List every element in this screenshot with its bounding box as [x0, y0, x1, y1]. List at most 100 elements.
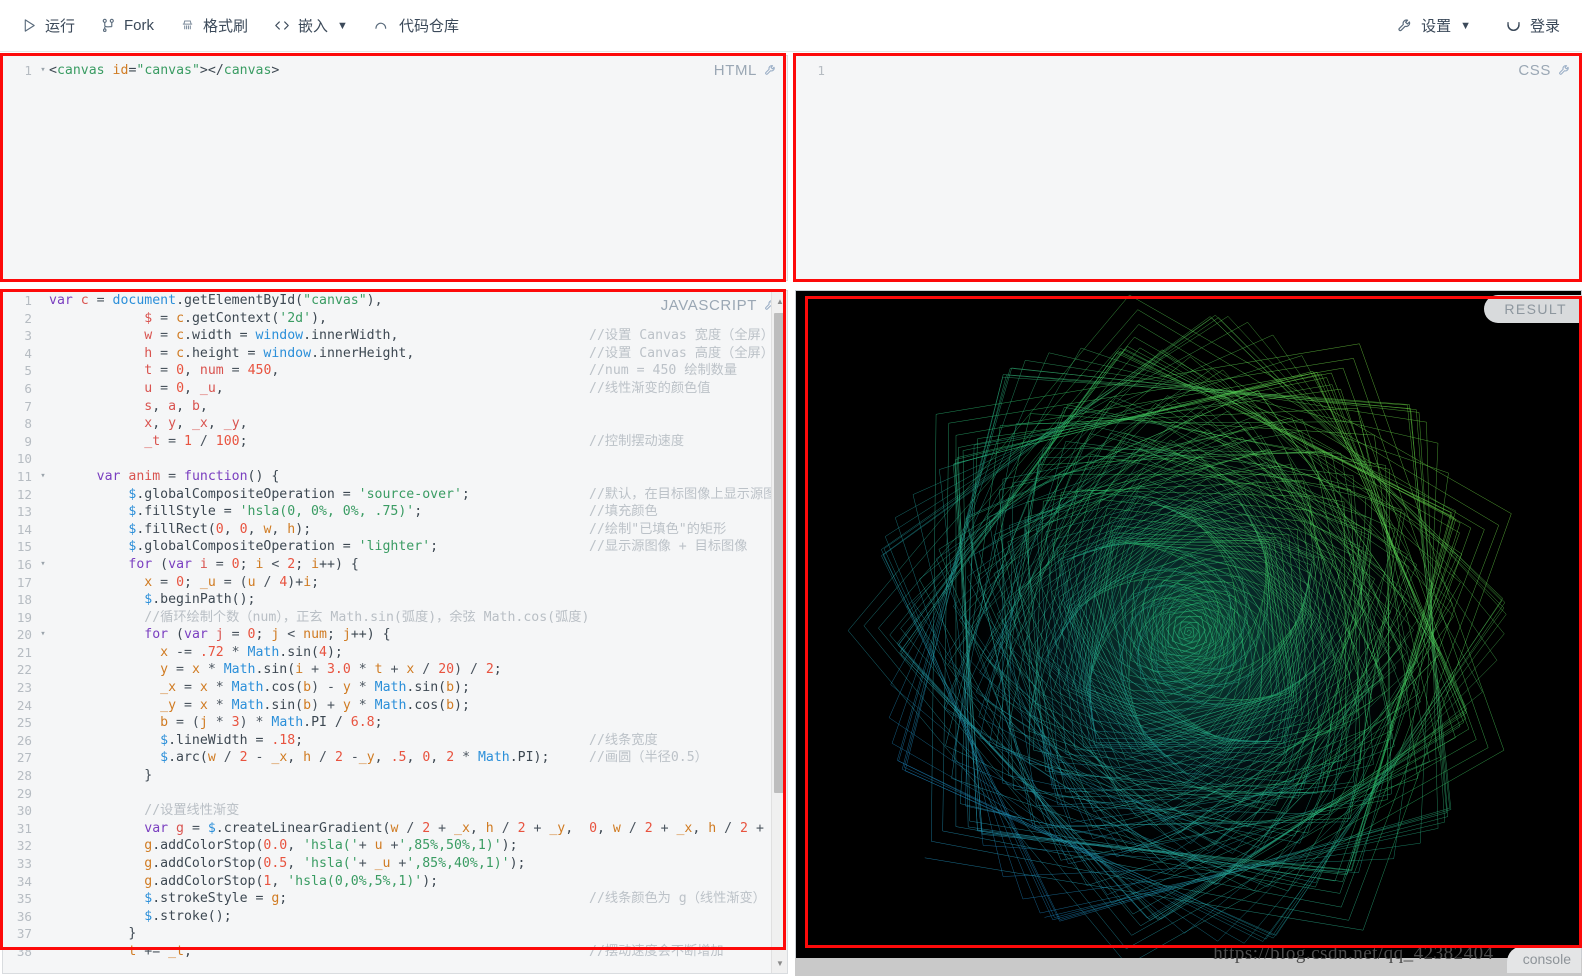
format-button[interactable]: 格式刷 — [180, 15, 248, 36]
fork-button[interactable]: Fork — [101, 17, 154, 34]
scrollbar-thumb[interactable] — [774, 313, 786, 793]
line-number: 13 — [16, 504, 32, 520]
console-button[interactable]: console — [1506, 946, 1581, 973]
code-text: var anim = function() { — [96, 468, 280, 484]
fold-marker — [37, 767, 49, 785]
format-label: 格式刷 — [203, 18, 249, 35]
play-icon — [22, 18, 37, 33]
wrench-icon — [1397, 18, 1413, 34]
js-panel-header: JAVASCRIPT — [661, 297, 777, 314]
fold-marker[interactable]: ▾ — [37, 556, 49, 574]
line-number: 26 — [16, 732, 32, 748]
line-number: 9 — [24, 433, 32, 449]
code-text: } — [144, 768, 153, 784]
js-vertical-scrollbar[interactable]: ▲ ▼ — [771, 291, 787, 973]
css-code-editor[interactable]: 1 — [796, 56, 1581, 280]
code-text: g.addColorStop(0.5, 'hsla('+ _u +',85%,4… — [144, 856, 526, 871]
chevron-down-icon: ▼ — [337, 19, 348, 32]
fold-marker[interactable]: ▾ — [37, 626, 49, 644]
fold-marker — [37, 837, 49, 855]
css-editor-panel[interactable]: CSS 1 — [795, 55, 1582, 281]
code-line: 18 $.beginPath(); — [3, 591, 787, 609]
line-number: 1 — [24, 293, 32, 308]
line-number: 12 — [16, 486, 32, 502]
run-label: 运行 — [45, 18, 76, 35]
result-preview-panel[interactable]: https://blog.csdn.net/qq_42382404 RESULT… — [795, 290, 1582, 974]
code-text: y = x * Math.sin(i + 3.0 * t + x / 20) /… — [160, 662, 502, 678]
code-line: 22 y = x * Math.sin(i + 3.0 * t + x / 20… — [3, 661, 787, 679]
fold-marker[interactable]: ▾ — [37, 62, 49, 80]
code-text: t = 0, num = 450,//num = 450 绘制数量 — [144, 363, 738, 379]
code-line: 23 _x = x * Math.cos(b) - y * Math.sin(b… — [3, 679, 787, 697]
inline-comment: //控制摆动速度 — [589, 433, 685, 449]
html-code-editor[interactable]: 1 ▾ <canvas id="canvas"></canvas> — [3, 56, 787, 280]
code-line: 24 _y = x * Math.sin(b) + y * Math.cos(b… — [3, 697, 787, 715]
scroll-up-arrow[interactable]: ▲ — [772, 293, 787, 309]
line-number: 31 — [16, 820, 32, 836]
line-number: 14 — [16, 521, 32, 537]
code-text: _t = 1 / 100;//控制摆动速度 — [144, 433, 685, 449]
wrench-icon[interactable] — [1558, 64, 1571, 77]
code-line: 1 — [796, 62, 1581, 80]
html-editor-panel[interactable]: HTML 1 ▾ <canvas id="canvas"></canvas> — [2, 55, 788, 281]
fold-marker — [830, 62, 842, 80]
fold-marker — [37, 433, 49, 451]
html-code-lines: 1 ▾ <canvas id="canvas"></canvas> — [3, 56, 787, 80]
code-line: 5 t = 0, num = 450,//num = 450 绘制数量 — [3, 362, 787, 380]
line-number: 1 — [817, 63, 825, 78]
line-number: 20 — [16, 627, 32, 643]
scroll-down-arrow[interactable]: ▼ — [772, 955, 787, 971]
fork-label: Fork — [124, 17, 155, 34]
line-number: 29 — [16, 785, 32, 801]
line-number: 30 — [16, 803, 32, 819]
code-line: 1 ▾ <canvas id="canvas"></canvas> — [3, 62, 787, 80]
repository-button[interactable]: 代码仓库 — [374, 15, 459, 36]
code-text: $.strokeStyle = g;//线条颜色为 g（线性渐变） — [144, 891, 766, 907]
inline-comment: //摆动速度会不断增加 — [589, 943, 724, 959]
line-number: 8 — [24, 416, 32, 432]
fold-marker — [37, 785, 49, 803]
fold-marker — [37, 802, 49, 820]
inline-comment: //设置 Canvas 高度（全屏） — [589, 345, 774, 361]
fold-marker — [37, 486, 49, 504]
line-number: 34 — [16, 873, 32, 889]
run-button[interactable]: 运行 — [22, 15, 75, 36]
result-iframe[interactable]: https://blog.csdn.net/qq_42382404 — [796, 291, 1581, 973]
fold-marker — [37, 661, 49, 679]
fold-marker — [37, 398, 49, 416]
fold-marker — [37, 310, 49, 328]
login-button[interactable]: 登录 — [1505, 15, 1560, 36]
js-code-editor[interactable]: 1 var c = document.getElementById("canvas… — [3, 291, 787, 973]
line-number: 1 — [24, 63, 32, 78]
fold-marker — [37, 362, 49, 380]
wrench-icon[interactable] — [764, 64, 777, 77]
line-number: 19 — [16, 609, 32, 625]
code-text: t += _t;//摆动速度会不断增加 — [128, 943, 724, 959]
code-text: for (var j = 0; j < num; j++) { — [144, 627, 391, 643]
inline-comment: //线条宽度 — [589, 732, 658, 748]
repository-label: 代码仓库 — [398, 18, 459, 35]
line-number: 6 — [24, 380, 32, 396]
code-text: x -= .72 * Math.sin(4); — [160, 644, 343, 660]
code-text: var g = $.createLinearGradient(w / 2 + _… — [144, 820, 787, 836]
fold-marker — [37, 732, 49, 750]
fold-marker — [37, 679, 49, 697]
embed-button[interactable]: 嵌入 ▼ — [274, 15, 348, 36]
fold-marker — [37, 925, 49, 943]
code-text: $.fillRect(0, 0, w, h);//绘制"已填色"的矩形 — [128, 521, 727, 537]
code-text: $.globalCompositeOperation = 'source-ove… — [49, 486, 787, 504]
inline-comment: //num = 450 绘制数量 — [589, 363, 738, 379]
line-number: 21 — [16, 644, 32, 660]
javascript-editor-panel[interactable]: JAVASCRIPT 1 var c = document.getElementB… — [2, 290, 788, 974]
settings-button[interactable]: 设置 ▼ — [1397, 15, 1471, 36]
code-line: 3 w = c.width = window.innerWidth,//设置 C… — [3, 327, 787, 345]
chevron-down-icon: ▼ — [1460, 19, 1471, 32]
code-text: u = 0, _u,//线性渐变的颜色值 — [144, 380, 711, 396]
code-line: 21 x -= .72 * Math.sin(4); — [3, 644, 787, 662]
fold-marker[interactable]: ▾ — [37, 468, 49, 486]
code-line: 10 — [3, 450, 787, 468]
code-line: 27 $.arc(w / 2 - _x, h / 2 -_y, .5, 0, 2… — [3, 749, 787, 767]
fold-marker — [37, 609, 49, 627]
